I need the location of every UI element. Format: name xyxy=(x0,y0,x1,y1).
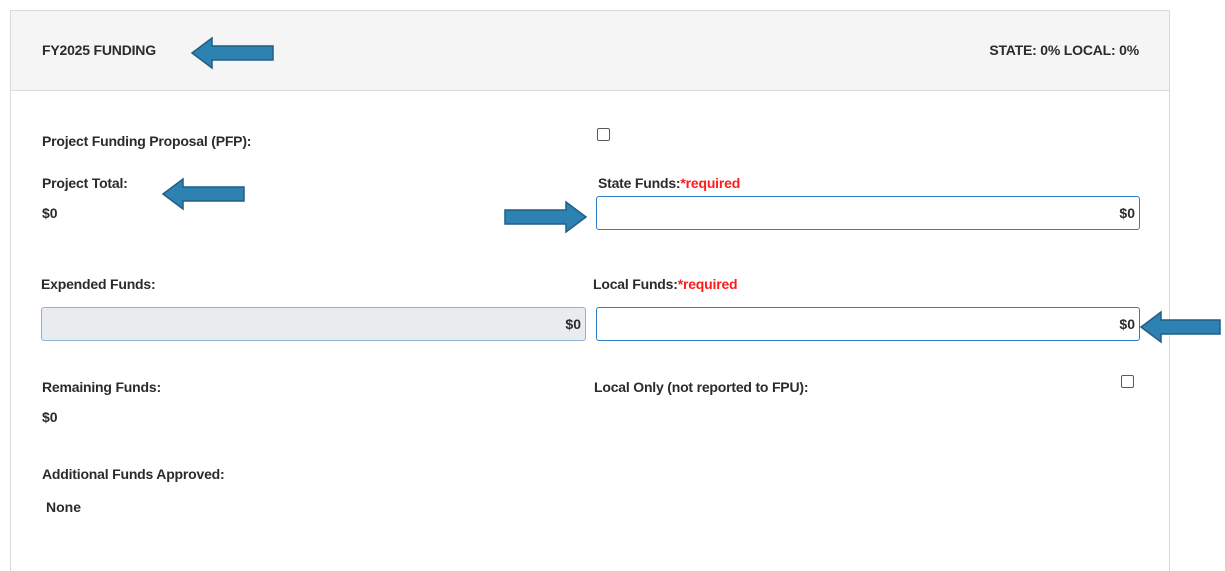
additional-funds-value: None xyxy=(46,499,81,515)
remaining-funds-value: $0 xyxy=(42,409,58,425)
arrow-left-icon xyxy=(161,177,245,211)
project-total-value: $0 xyxy=(42,205,58,221)
local-only-checkbox[interactable] xyxy=(1121,375,1134,388)
funding-panel: FY2025 FUNDING STATE: 0% LOCAL: 0% Proje… xyxy=(10,10,1170,571)
local-funds-label: Local Funds:*required xyxy=(593,276,738,292)
project-total-label: Project Total: xyxy=(42,175,128,191)
panel-header: FY2025 FUNDING STATE: 0% LOCAL: 0% xyxy=(11,11,1169,91)
state-funds-label: State Funds:*required xyxy=(598,175,741,191)
funding-percentages: STATE: 0% LOCAL: 0% xyxy=(989,42,1139,58)
arrow-left-icon xyxy=(1139,310,1221,344)
remaining-funds-label: Remaining Funds: xyxy=(42,379,161,395)
state-funds-input[interactable]: $0 xyxy=(596,196,1140,230)
local-funds-input[interactable]: $0 xyxy=(596,307,1140,341)
local-funds-required: *required xyxy=(677,276,738,292)
pfp-checkbox[interactable] xyxy=(597,128,610,141)
local-only-label: Local Only (not reported to FPU): xyxy=(594,379,809,395)
state-funds-required: *required xyxy=(680,175,741,191)
expended-funds-input: $0 xyxy=(41,307,586,341)
panel-title: FY2025 FUNDING xyxy=(42,42,156,58)
arrow-left-icon xyxy=(190,36,274,70)
expended-funds-label: Expended Funds: xyxy=(41,276,156,292)
additional-funds-label: Additional Funds Approved: xyxy=(42,466,225,482)
pfp-label: Project Funding Proposal (PFP): xyxy=(42,133,252,149)
arrow-right-icon xyxy=(504,200,588,234)
